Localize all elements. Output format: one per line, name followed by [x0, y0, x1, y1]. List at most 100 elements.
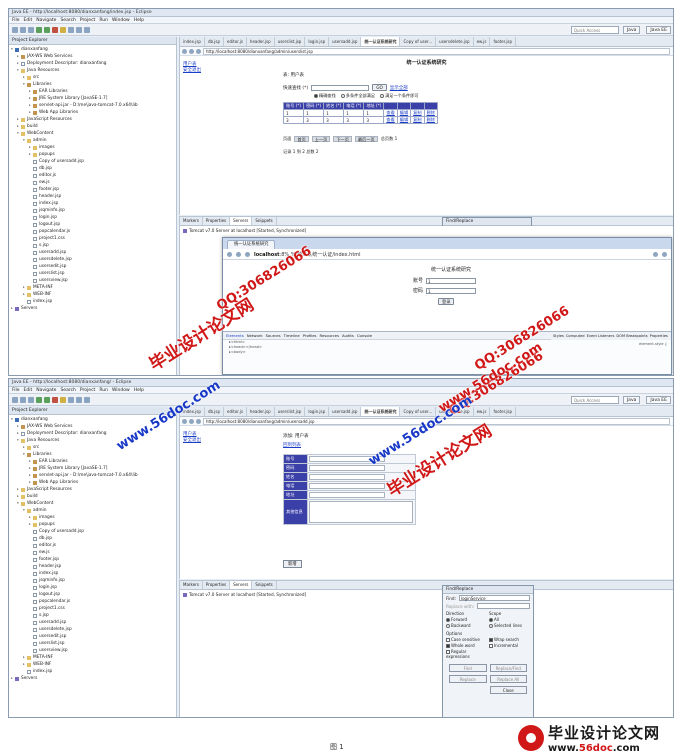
chrome-back-icon[interactable] [227, 251, 232, 257]
save-icon[interactable] [20, 26, 26, 33]
editor-tab[interactable]: usersdelete.jsp [436, 37, 474, 46]
tree-item[interactable]: s.jsp [9, 612, 176, 619]
tree-item[interactable]: ▸ popups [9, 151, 176, 158]
tree-item[interactable]: editor.js [9, 172, 176, 179]
form-field-input[interactable] [309, 492, 385, 498]
new-package-icon[interactable] [60, 396, 66, 403]
table-header-cell[interactable]: 姓名 (*) [323, 102, 345, 110]
tree-item[interactable]: ▾ Java Resources [9, 67, 176, 74]
menu-search[interactable]: Search [60, 387, 75, 393]
tree-item[interactable]: footer.jsp [9, 556, 176, 563]
find-input[interactable]: loginService [459, 595, 530, 601]
tree-item[interactable]: ▸ build [9, 493, 176, 500]
tree-item[interactable]: ▸ images [9, 514, 176, 521]
tree-item[interactable]: usersview.jsp [9, 647, 176, 654]
row-action-link[interactable]: 删除 [423, 116, 438, 124]
forward-arrow-icon[interactable] [189, 48, 194, 54]
tree-item[interactable]: editor.js [9, 542, 176, 549]
editor-tab[interactable]: footer.jsp [490, 407, 517, 416]
editor-tab[interactable]: login.jsp [305, 37, 330, 46]
devtools-tab-sources[interactable]: Sources [266, 332, 281, 339]
dom-line[interactable]: ▸<body> [223, 350, 671, 355]
tree-item[interactable]: ew.js [9, 179, 176, 186]
menu-project[interactable]: Project [80, 387, 95, 393]
row-action-link[interactable]: 删除 [423, 109, 438, 117]
tab-markers[interactable]: Markers [180, 581, 203, 589]
row-action-link[interactable]: 编辑 [396, 109, 412, 117]
pager-prev[interactable]: 上一页 [311, 136, 331, 142]
menu-navigate[interactable]: Navigate [36, 387, 56, 393]
tree-item[interactable]: usersedit.jsp [9, 263, 176, 270]
editor-tab[interactable]: userslist.jsp [275, 37, 306, 46]
tree-item[interactable]: ▾ Java Resources [9, 437, 176, 444]
tree-item[interactable]: ▾ admin [9, 137, 176, 144]
show-all-link[interactable]: 显示全部 [390, 85, 408, 91]
tab-servers[interactable]: Servers [230, 581, 253, 589]
tree-item[interactable]: ▸ Deployment Descriptor: dianxanfang [9, 60, 176, 67]
tree-item[interactable]: ▸ src [9, 444, 176, 451]
find-button[interactable]: Find [449, 664, 487, 672]
tree-item[interactable]: ▾ WebContent [9, 130, 176, 137]
radio-forward[interactable]: Forward [446, 617, 487, 622]
editor-tab[interactable]: ew.js [474, 37, 491, 46]
tree-item[interactable]: jsqminfo.jsp [9, 577, 176, 584]
editor-tab[interactable]: 统一认证系统研究 [361, 37, 401, 46]
styles-tab-properties[interactable]: Properties [650, 332, 668, 340]
devtools-tab-console[interactable]: Console [357, 332, 372, 339]
tree-item[interactable]: header.jsp [9, 193, 176, 200]
chrome-forward-icon[interactable] [236, 251, 241, 257]
chrome-reload-icon[interactable] [245, 251, 250, 257]
tree-item[interactable]: usersadd.jsp [9, 619, 176, 626]
print-icon[interactable] [28, 396, 34, 403]
styles-tab-computed[interactable]: Computed [566, 332, 585, 340]
pager-last[interactable]: 最后一页 [354, 136, 378, 142]
check-incremental[interactable]: Incremental [489, 643, 530, 648]
perspective-java[interactable]: Java [622, 25, 641, 34]
perspective-java[interactable]: Java [622, 395, 641, 404]
chrome-tab[interactable]: 统一认证系统研究 [227, 240, 276, 249]
menu-help[interactable]: Help [134, 387, 144, 393]
back-arrow-icon[interactable] [182, 48, 187, 54]
styles-tab-styles[interactable]: Styles [553, 332, 564, 340]
menu-run[interactable]: Run [99, 387, 108, 393]
go-button[interactable]: GO [372, 84, 387, 91]
tree-item[interactable]: ▸ JavaScript Resources [9, 486, 176, 493]
menu-help[interactable]: Help [134, 17, 144, 23]
refresh-icon[interactable] [196, 48, 201, 54]
radio-selected-lines[interactable]: Selected lines [489, 623, 530, 628]
server-entry[interactable]: Tomcat v7.0 Server at localhost [Started… [180, 590, 673, 599]
forward-icon[interactable] [84, 26, 90, 33]
row-action-link[interactable]: 复制 [410, 109, 425, 117]
replace-all-button[interactable]: Replace All [489, 675, 527, 683]
tree-item[interactable]: usersadd.jsp [9, 249, 176, 256]
link-logout[interactable]: 安全退出 [183, 438, 201, 444]
tab-snippets[interactable]: Snippets [252, 217, 277, 225]
tree-item[interactable]: Copy of usersadd.jsp [9, 528, 176, 535]
close-button[interactable]: Close [489, 686, 527, 694]
editor-tab[interactable]: editor.js [224, 407, 247, 416]
tree-item[interactable]: s.jsp [9, 242, 176, 249]
tree-item[interactable]: project1.css [9, 605, 176, 612]
editor-tab[interactable]: header.jsp [247, 407, 275, 416]
menu-window[interactable]: Window [112, 387, 130, 393]
search-icon[interactable] [68, 26, 74, 33]
back-to-list-link[interactable]: 回到列表 [283, 442, 301, 448]
check-regex[interactable]: Regular expressions [446, 649, 487, 659]
quick-search-input[interactable] [311, 84, 370, 91]
tree-item[interactable]: ▸ src [9, 74, 176, 81]
tree-item[interactable]: logout.jsp [9, 591, 176, 598]
table-header-cell[interactable] [383, 102, 398, 110]
editor-tab[interactable]: index.jsp [180, 37, 205, 46]
tree-item[interactable]: ▸ popups [9, 521, 176, 528]
tree-item[interactable]: usersview.jsp [9, 277, 176, 284]
editor-tab[interactable]: footer.jsp [490, 37, 517, 46]
devtools-tab-timeline[interactable]: Timeline [284, 332, 300, 339]
tree-item[interactable]: ▸ images [9, 144, 176, 151]
radio-exact[interactable]: 精确查找 [314, 93, 336, 99]
tree-item[interactable]: ▾ WebContent [9, 500, 176, 507]
tree-item[interactable]: header.jsp [9, 563, 176, 570]
tree-item[interactable]: ▸ META-INF [9, 654, 176, 661]
menu-project[interactable]: Project [80, 17, 95, 23]
editor-tab[interactable]: db.jsp [205, 37, 225, 46]
chrome-menu-icon[interactable] [662, 251, 667, 257]
